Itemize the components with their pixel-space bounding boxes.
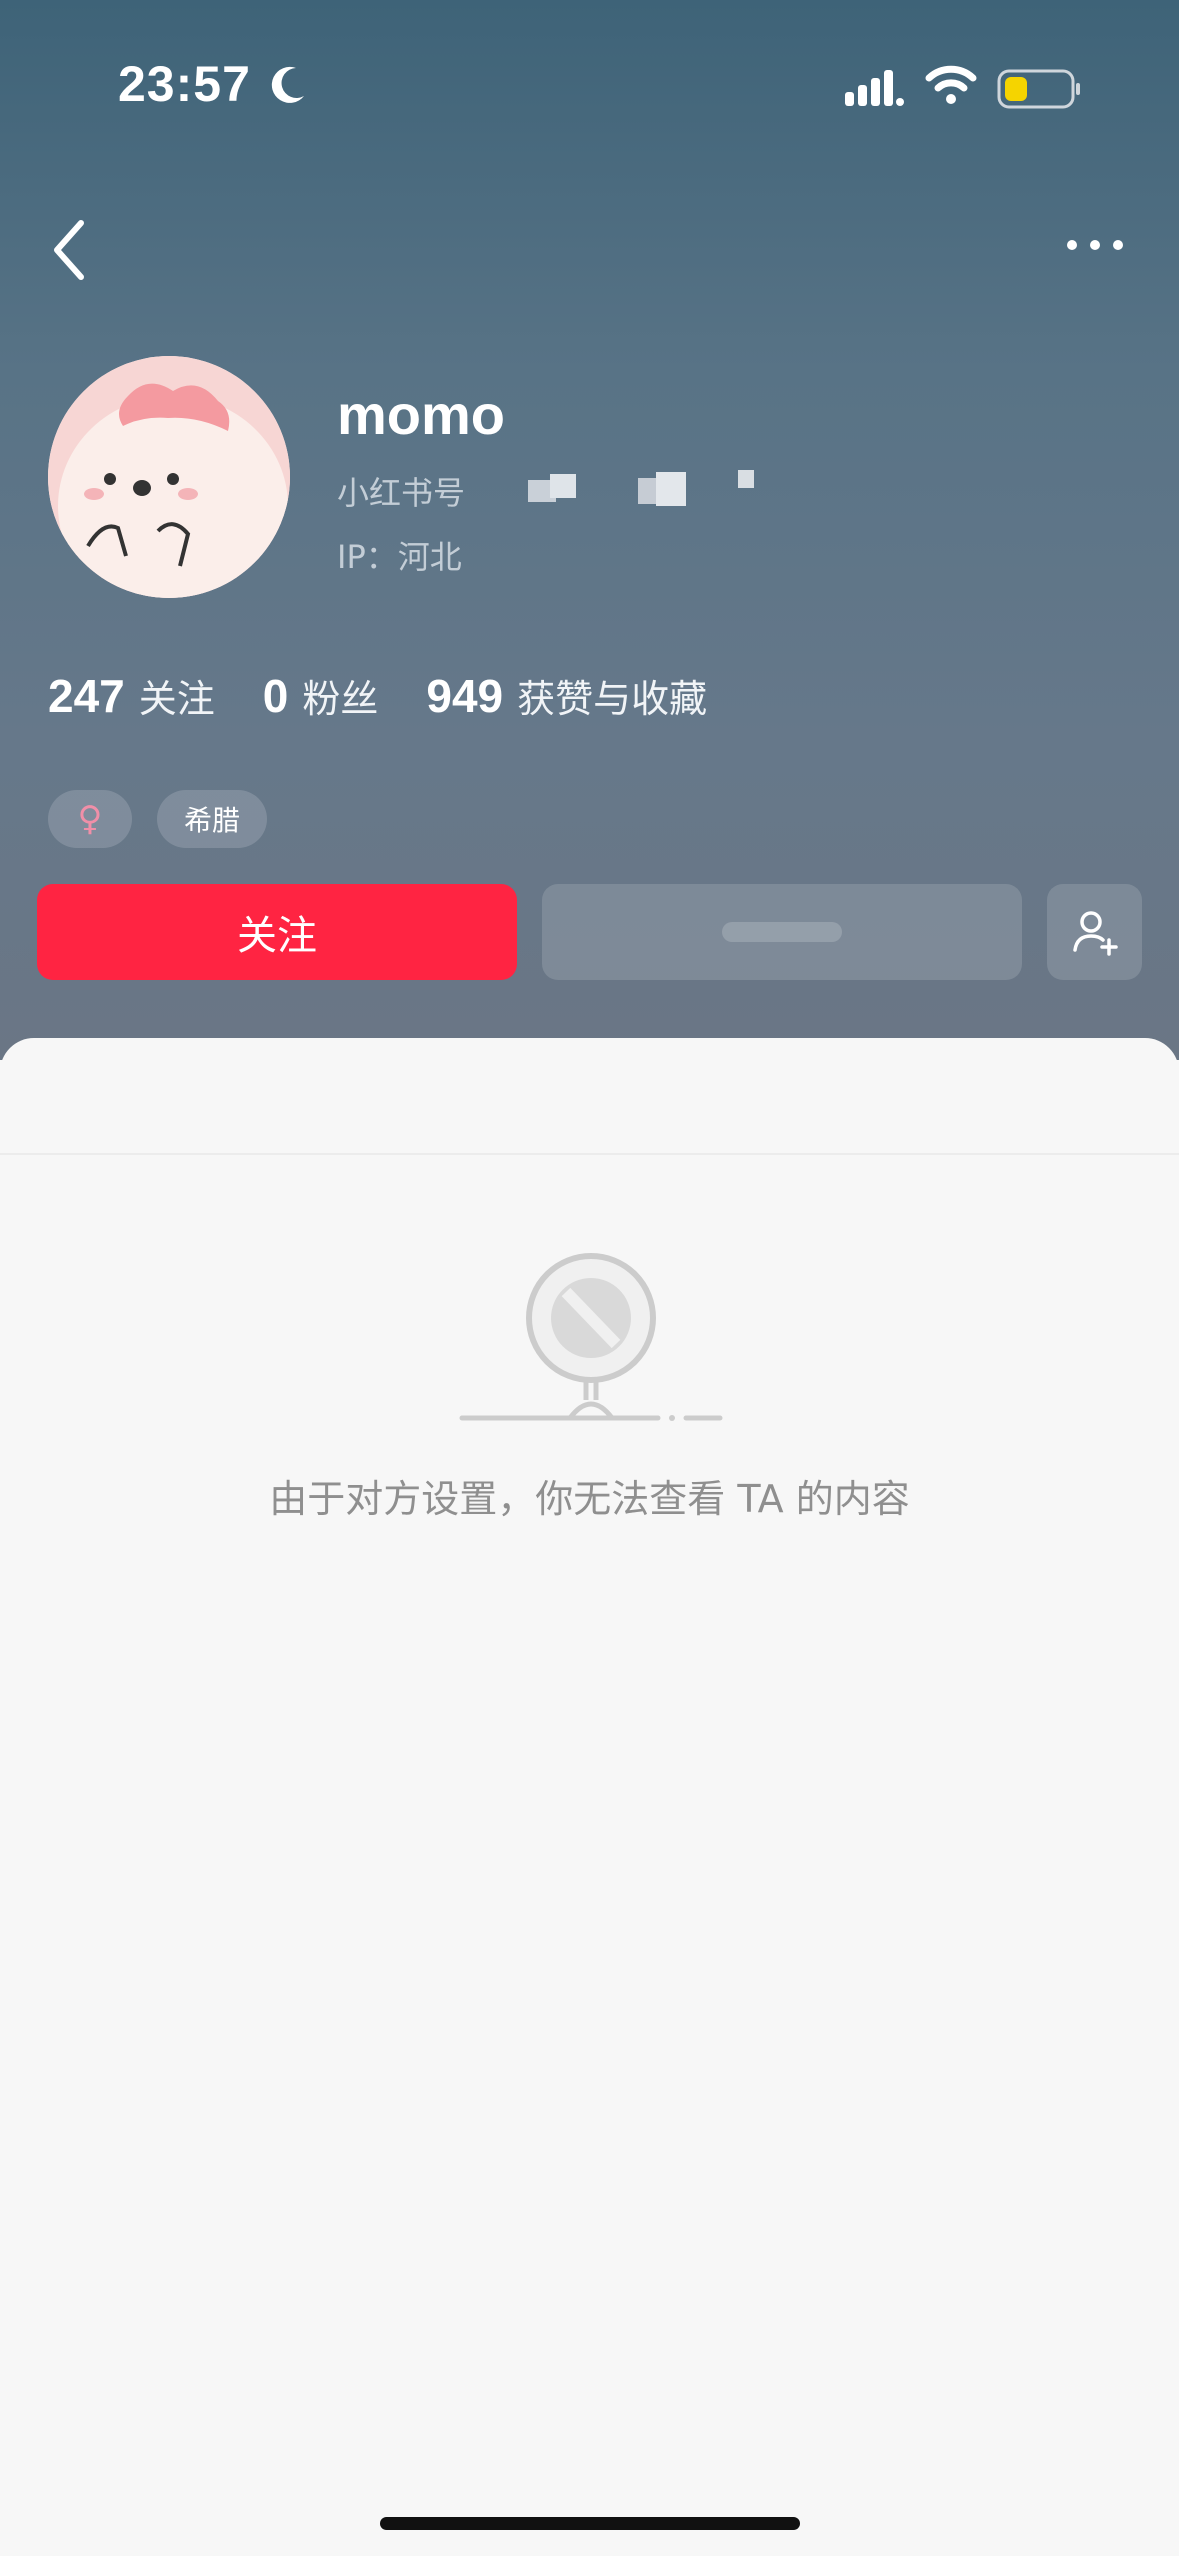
id-label: 小红书号: [337, 474, 466, 512]
more-options-button[interactable]: [1060, 225, 1130, 265]
stat-label: 粉丝: [302, 677, 379, 721]
message-button[interactable]: [542, 884, 1022, 980]
blocked-icon: [459, 1253, 723, 1421]
stat-value: 949: [426, 670, 504, 722]
battery-icon: [997, 69, 1080, 109]
stat-label: 关注: [138, 677, 215, 721]
gender-tag: ♀: [48, 790, 132, 848]
region-tag: 希腊: [157, 790, 267, 848]
stat-likes-collects[interactable]: 949 获赞与收藏: [426, 668, 707, 723]
message-label-blurred: [722, 922, 842, 942]
stats-row: 247 关注 0 粉丝 949 获赞与收藏: [48, 668, 755, 723]
id-value-blurred: [528, 470, 754, 506]
avatar-illustration: [48, 356, 290, 598]
stat-followers[interactable]: 0 粉丝: [263, 668, 379, 723]
back-button[interactable]: [45, 215, 95, 285]
wifi-icon: [925, 65, 977, 104]
follow-button[interactable]: 关注: [37, 884, 517, 980]
stat-following[interactable]: 247 关注: [48, 668, 215, 723]
status-time: 23:57: [118, 56, 251, 112]
empty-state-message: 由于对方设置，你无法查看 TA 的内容: [269, 1477, 910, 1521]
username: momo: [337, 383, 505, 446]
stat-value: 0: [262, 670, 289, 722]
home-indicator[interactable]: [380, 2517, 800, 2530]
avatar[interactable]: [48, 356, 290, 598]
stat-value: 247: [48, 670, 125, 722]
stat-label: 获赞与收藏: [517, 677, 708, 721]
ip-location: IP：河北: [337, 538, 462, 576]
add-friend-button[interactable]: [1047, 884, 1142, 980]
moon-icon: [271, 66, 304, 103]
add-user-icon: [1072, 911, 1118, 956]
tab-bar-divider: [0, 1153, 1179, 1155]
signal-icon: [845, 70, 904, 106]
